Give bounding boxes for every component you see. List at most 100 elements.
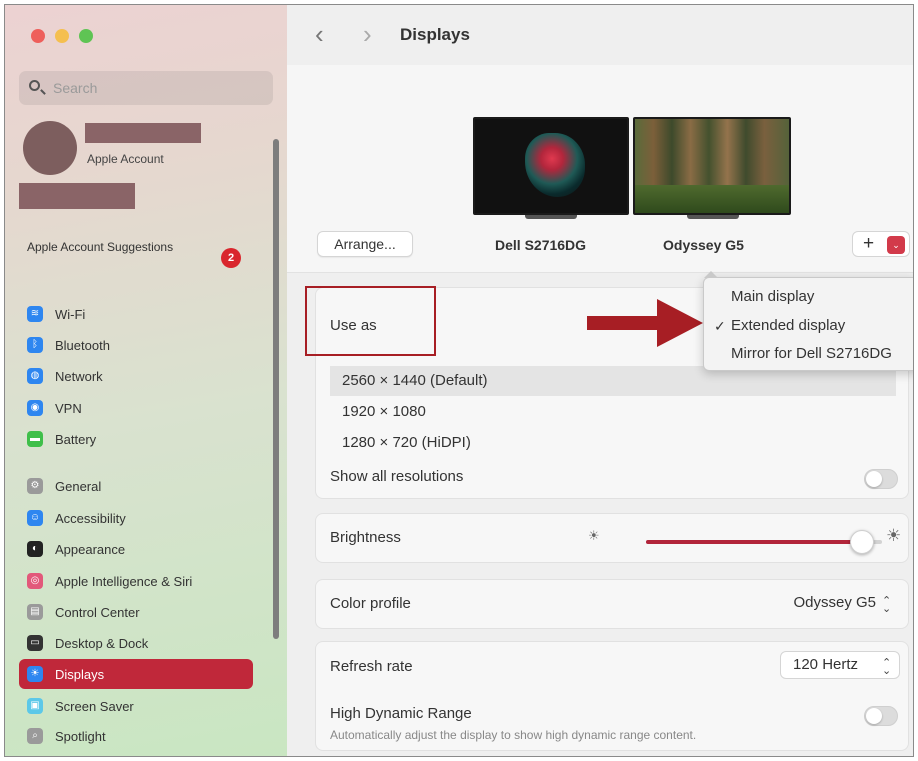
sidebar-item-vpn[interactable]: ◉ VPN [19,393,253,423]
wallpaper-image [635,185,789,213]
displays-pane: ‹ › Displays Arrange... Dell S2716DG Ody… [287,5,913,756]
sidebar-item-bluetooth[interactable]: ᛒ Bluetooth [19,330,253,360]
sidebar-item-label: Apple Intelligence & Siri [55,574,193,589]
sidebar-item-label: Bluetooth [55,338,110,353]
forward-button[interactable]: › [363,21,372,47]
resolution-option[interactable]: 1280 × 720 (HiDPI) [330,428,896,458]
monitor-dell-thumbnail[interactable] [473,117,629,215]
minimize-window-button[interactable] [55,29,69,43]
menu-item-main-display[interactable]: Main display [704,284,913,310]
brightness-slider-fill [646,540,862,544]
titlebar: ‹ › Displays [287,5,913,65]
refresh-hdr-card: Refresh rate 120 Hertz ⌃ ⌄ High Dynamic R… [315,641,909,751]
menu-item-mirror-for-dell-s2716dg[interactable]: Mirror for Dell S2716DG [704,341,913,367]
globe-icon: ◍ [27,368,43,384]
spotlight-icon: ⌕ [27,728,43,744]
color-profile-select[interactable]: Odyssey G5 [762,590,902,618]
monitor-stand [525,215,577,219]
search-placeholder: Search [53,80,98,96]
monitor-stand [687,215,739,219]
sidebar-item-label: Wi-Fi [55,307,86,322]
brightness-slider-handle[interactable] [850,530,874,554]
annotation-highlight-box [305,286,436,356]
redacted-account-detail [19,183,135,209]
resolution-option[interactable]: 1920 × 1080 [330,397,896,427]
sidebar-item-displays[interactable]: ☀ Displays [19,659,253,689]
sun-low-icon: ☀ [588,528,600,543]
use-as-menu: Main display ✓ Extended display Mirror for … [703,277,913,371]
sidebar-item-label: Network [55,369,103,384]
sidebar-item-battery[interactable]: ▬ Battery [19,424,253,454]
battery-icon: ▬ [27,431,43,447]
sidebar-item-label: Screen Saver [55,699,134,714]
account-label[interactable]: Apple Account [87,152,164,166]
show-all-resolutions-toggle[interactable] [864,469,898,489]
chevron-down-icon[interactable]: ⌄ [887,236,905,254]
control-center-icon: ▤ [27,604,43,620]
redacted-account-name [85,123,201,143]
display-arrangement: Arrange... Dell S2716DG Odyssey G5 + ⌄ [287,65,913,273]
color-profile-card: Color profile Odyssey G5 ⌃ ⌄ [315,579,909,629]
sidebar-item-wi-fi[interactable]: ≋ Wi-Fi [19,299,253,329]
display-name-dell[interactable]: Dell S2716DG [495,237,586,253]
arrange-button[interactable]: Arrange... [317,231,413,257]
sun-high-icon: ☀ [886,526,902,545]
sidebar-item-label: Desktop & Dock [55,636,149,651]
screen-saver-icon: ▣ [27,698,43,714]
sidebar-item-accessibility[interactable]: ☺ Accessibility [19,503,253,533]
page-title: Displays [400,25,470,44]
sidebar-item-label: Displays [55,667,105,682]
hdr-label: High Dynamic Range [330,705,472,722]
color-profile-value: Odyssey G5 [793,594,876,611]
refresh-rate-label: Refresh rate [330,658,413,675]
sidebar: Search Apple Account Apple Account Sugge… [5,5,287,756]
bluetooth-icon: ᛒ [27,337,43,353]
siri-icon: ◎ [27,573,43,589]
sidebar-item-desktop-dock[interactable]: ▭ Desktop & Dock [19,628,253,658]
back-button[interactable]: ‹ [315,21,324,47]
search-input[interactable]: Search [19,71,273,105]
sidebar-item-label: Accessibility [55,511,126,526]
show-all-resolutions-label: Show all resolutions [330,468,464,485]
avatar[interactable] [23,121,77,175]
sidebar-item-screen-saver[interactable]: ▣ Screen Saver [19,691,253,721]
plus-icon: + [863,233,875,254]
account-suggestions[interactable]: Apple Account Suggestions [27,238,177,256]
display-name-odyssey[interactable]: Odyssey G5 [663,237,744,253]
brightness-card: Brightness ☀ ☀ [315,513,909,563]
menu-item-label: Main display [731,288,815,305]
dock-icon: ▭ [27,635,43,651]
close-window-button[interactable] [31,29,45,43]
menu-item-extended-display[interactable]: ✓ Extended display [704,313,913,339]
color-profile-label: Color profile [330,595,411,612]
wallpaper-image [525,133,585,197]
sidebar-item-apple-intelligence-siri[interactable]: ◎ Apple Intelligence & Siri [19,566,253,596]
gear-icon: ⚙ [27,478,43,494]
wifi-icon: ≋ [27,306,43,322]
monitor-odyssey-thumbnail[interactable] [633,117,791,215]
sidebar-item-label: Appearance [55,542,126,557]
zoom-window-button[interactable] [79,29,93,43]
sidebar-item-general[interactable]: ⚙ General [19,471,253,501]
sun-icon: ☀ [27,666,43,682]
sidebar-item-spotlight[interactable]: ⌕ Spotlight [19,721,253,751]
sidebar-item-label: VPN [55,401,82,416]
add-display-button[interactable]: + ⌄ [852,231,910,257]
menu-item-label: Mirror for Dell S2716DG [731,345,892,362]
refresh-rate-value: 120 Hertz [793,656,859,673]
sidebar-scrollbar[interactable] [273,139,279,639]
brightness-slider[interactable] [646,530,882,554]
hdr-toggle[interactable] [864,706,898,726]
sidebar-item-appearance[interactable]: ◐ Appearance [19,534,253,564]
hdr-description: Automatically adjust the display to show… [330,728,697,742]
settings-window: Search Apple Account Apple Account Sugge… [4,4,914,757]
annotation-arrow [587,299,703,347]
sidebar-item-network[interactable]: ◍ Network [19,361,253,391]
menu-item-label: Extended display [731,317,846,334]
sidebar-item-label: Battery [55,432,97,447]
sidebar-item-label: General [55,479,102,494]
notification-badge: 2 [221,248,241,268]
sidebar-item-control-center[interactable]: ▤ Control Center [19,597,253,627]
checkmark-icon: ✓ [714,318,726,334]
vpn-icon: ◉ [27,400,43,416]
